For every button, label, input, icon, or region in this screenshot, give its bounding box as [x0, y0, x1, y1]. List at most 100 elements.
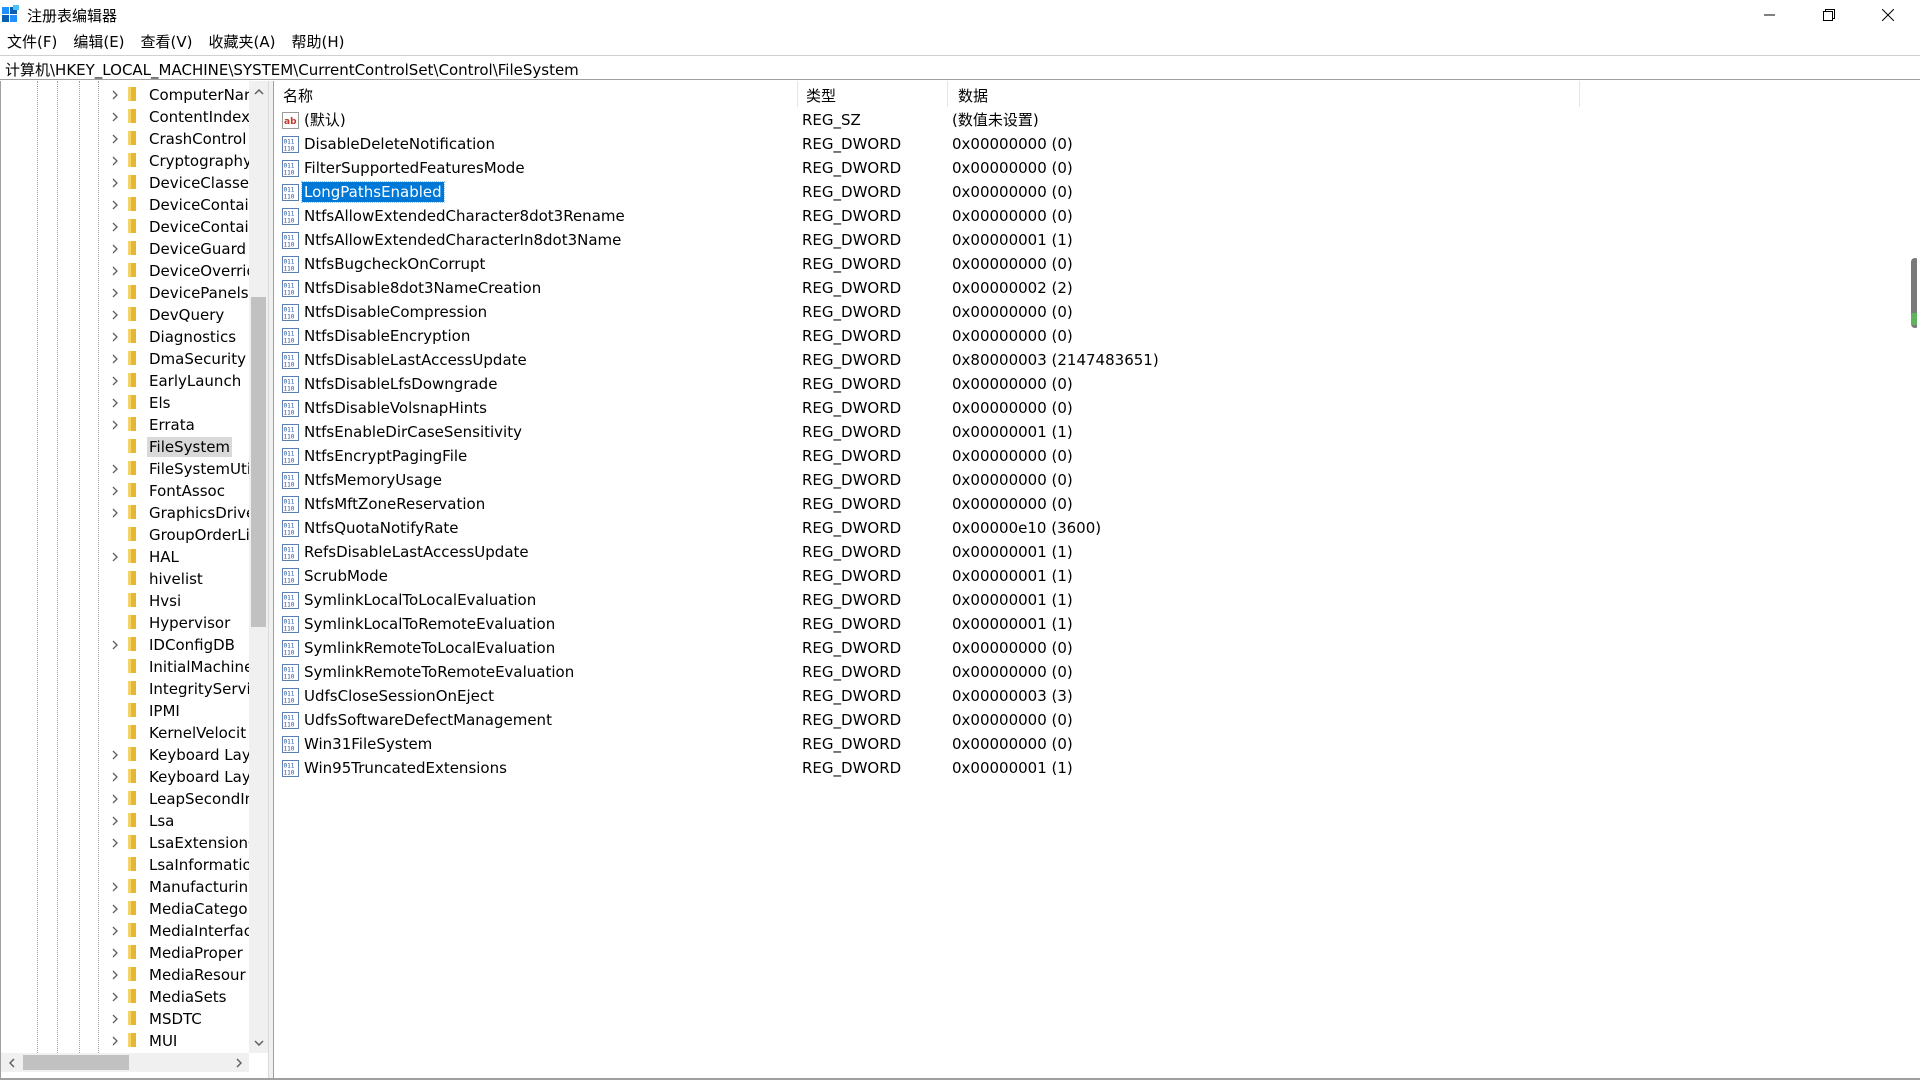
tree-item[interactable]: DevQuery	[1, 304, 251, 326]
tree-item[interactable]: ContentIndex	[1, 106, 251, 128]
value-row[interactable]: 011 110 DisableDeleteNotification REG_DWORD…	[274, 132, 1574, 156]
expand-chevron-icon[interactable]	[109, 771, 121, 783]
expand-chevron-icon[interactable]	[109, 133, 121, 145]
tree-item[interactable]: FileSystem	[1, 436, 251, 458]
tree-item[interactable]: DmaSecurity	[1, 348, 251, 370]
tree-item[interactable]: Cryptography	[1, 150, 251, 172]
tree-item[interactable]: LeapSecondIn	[1, 788, 251, 810]
value-row[interactable]: 011 110 Win31FileSystem REG_DWORD 0x00000000…	[274, 732, 1574, 756]
menu-view[interactable]: 查看(V)	[133, 30, 201, 54]
menu-favorites[interactable]: 收藏夹(A)	[201, 30, 284, 54]
scroll-left-arrow[interactable]	[3, 1054, 20, 1071]
expand-chevron-icon[interactable]	[109, 397, 121, 409]
tree-item[interactable]: EarlyLaunch	[1, 370, 251, 392]
tree-item[interactable]: InitialMachine	[1, 656, 251, 678]
column-name-header[interactable]: 名称	[274, 81, 798, 107]
value-row[interactable]: 011 110 NtfsDisableLfsDowngrade REG_DWORD 0x…	[274, 372, 1574, 396]
value-row[interactable]: 011 110 NtfsAllowExtendedCharacterIn8dot3N…	[274, 228, 1574, 252]
tree-item[interactable]: DeviceContai	[1, 194, 251, 216]
address-path[interactable]: 计算机\HKEY_LOCAL_MACHINE\SYSTEM\CurrentCon…	[5, 59, 579, 80]
expand-chevron-icon[interactable]	[109, 111, 121, 123]
tree-item[interactable]: Keyboard Lay	[1, 766, 251, 788]
tree-item[interactable]: MediaSets	[1, 986, 251, 1008]
tree-item[interactable]: DeviceOverrid	[1, 260, 251, 282]
value-row[interactable]: 011 110 NtfsDisable8dot3NameCreation REG_DW…	[274, 276, 1574, 300]
scroll-right-arrow[interactable]	[230, 1054, 247, 1071]
close-button[interactable]	[1859, 0, 1917, 30]
tree-scroll-thumb[interactable]	[251, 297, 266, 627]
expand-chevron-icon[interactable]	[109, 265, 121, 277]
tree-item[interactable]: Diagnostics	[1, 326, 251, 348]
expand-chevron-icon[interactable]	[109, 1013, 121, 1025]
expand-chevron-icon[interactable]	[109, 793, 121, 805]
value-row[interactable]: 011 110 SymlinkRemoteToRemoteEvaluation REG…	[274, 660, 1574, 684]
restore-button[interactable]	[1800, 0, 1858, 30]
tree-item[interactable]: Hvsi	[1, 590, 251, 612]
value-row[interactable]: 011 110 RefsDisableLastAccessUpdate REG_DWO…	[274, 540, 1574, 564]
tree-item[interactable]: MSDTC	[1, 1008, 251, 1030]
value-row[interactable]: 011 110 ScrubMode REG_DWORD 0x00000001 (1)	[274, 564, 1574, 588]
tree-item[interactable]: Lsa	[1, 810, 251, 832]
value-row[interactable]: 011 110 NtfsEncryptPagingFile REG_DWORD 0x00…	[274, 444, 1574, 468]
menu-edit[interactable]: 编辑(E)	[65, 30, 132, 54]
tree-item[interactable]: Els	[1, 392, 251, 414]
tree-item[interactable]: CrashControl	[1, 128, 251, 150]
value-row[interactable]: 011 110 Win95TruncatedExtensions REG_DWORD 0…	[274, 756, 1574, 780]
expand-chevron-icon[interactable]	[109, 881, 121, 893]
tree-item[interactable]: LsaInformatio	[1, 854, 251, 876]
tree-item[interactable]: Manufacturin	[1, 876, 251, 898]
tree-item[interactable]: IDConfigDB	[1, 634, 251, 656]
tree-item[interactable]: IPMI	[1, 700, 251, 722]
tree-horizontal-scrollbar[interactable]	[1, 1053, 249, 1072]
value-row[interactable]: 011 110 NtfsMftZoneReservation REG_DWORD 0x0…	[274, 492, 1574, 516]
value-row[interactable]: 011 110 NtfsDisableLastAccessUpdate REG_DWO…	[274, 348, 1574, 372]
tree-item[interactable]: DeviceGuard	[1, 238, 251, 260]
expand-chevron-icon[interactable]	[109, 639, 121, 651]
expand-chevron-icon[interactable]	[109, 507, 121, 519]
expand-chevron-icon[interactable]	[109, 155, 121, 167]
values-vertical-scrollbar[interactable]	[1906, 81, 1917, 1078]
tree-item[interactable]: FileSystemUti	[1, 458, 251, 480]
value-row[interactable]: 011 110 SymlinkRemoteToLocalEvaluation REG_…	[274, 636, 1574, 660]
value-row[interactable]: 011 110 NtfsQuotaNotifyRate REG_DWORD 0x0000…	[274, 516, 1574, 540]
column-type-header[interactable]: 类型	[798, 81, 948, 107]
scroll-up-arrow[interactable]	[250, 83, 267, 100]
tree-item[interactable]: LsaExtensionC	[1, 832, 251, 854]
expand-chevron-icon[interactable]	[109, 463, 121, 475]
expand-chevron-icon[interactable]	[109, 969, 121, 981]
expand-chevron-icon[interactable]	[109, 485, 121, 497]
expand-chevron-icon[interactable]	[109, 89, 121, 101]
expand-chevron-icon[interactable]	[109, 1035, 121, 1047]
tree-item[interactable]: GraphicsDrive	[1, 502, 251, 524]
value-row[interactable]: 011 110 NtfsDisableEncryption REG_DWORD 0x00…	[274, 324, 1574, 348]
tree-item[interactable]: Hypervisor	[1, 612, 251, 634]
column-data-header[interactable]: 数据	[948, 81, 1580, 107]
value-row[interactable]: 011 110 LongPathsEnabled REG_DWORD 0x0000000…	[274, 180, 1574, 204]
expand-chevron-icon[interactable]	[109, 243, 121, 255]
expand-chevron-icon[interactable]	[109, 199, 121, 211]
expand-chevron-icon[interactable]	[109, 419, 121, 431]
expand-chevron-icon[interactable]	[109, 309, 121, 321]
menu-help[interactable]: 帮助(H)	[283, 30, 352, 54]
value-row[interactable]: 011 110 SymlinkLocalToRemoteEvaluation REG_…	[274, 612, 1574, 636]
tree-item[interactable]: DeviceContai	[1, 216, 251, 238]
expand-chevron-icon[interactable]	[109, 925, 121, 937]
tree-item[interactable]: MediaInterfac	[1, 920, 251, 942]
value-row[interactable]: 011 110 FilterSupportedFeaturesMode REG_DWO…	[274, 156, 1574, 180]
expand-chevron-icon[interactable]	[109, 815, 121, 827]
tree-hscroll-thumb[interactable]	[23, 1055, 129, 1070]
menu-file[interactable]: 文件(F)	[0, 30, 65, 54]
expand-chevron-icon[interactable]	[109, 287, 121, 299]
expand-chevron-icon[interactable]	[109, 947, 121, 959]
title-bar[interactable]: 注册表编辑器	[0, 0, 1920, 30]
expand-chevron-icon[interactable]	[109, 837, 121, 849]
scroll-down-arrow[interactable]	[250, 1034, 267, 1051]
expand-chevron-icon[interactable]	[109, 221, 121, 233]
tree-item[interactable]: DevicePanels	[1, 282, 251, 304]
tree-item[interactable]: ComputerNar	[1, 84, 251, 106]
tree-vertical-scrollbar[interactable]	[249, 81, 268, 1053]
expand-chevron-icon[interactable]	[109, 903, 121, 915]
value-row[interactable]: 011 110 UdfsSoftwareDefectManagement REG_DW…	[274, 708, 1574, 732]
expand-chevron-icon[interactable]	[109, 375, 121, 387]
value-row[interactable]: 011 110 NtfsBugcheckOnCorrupt REG_DWORD 0x00…	[274, 252, 1574, 276]
